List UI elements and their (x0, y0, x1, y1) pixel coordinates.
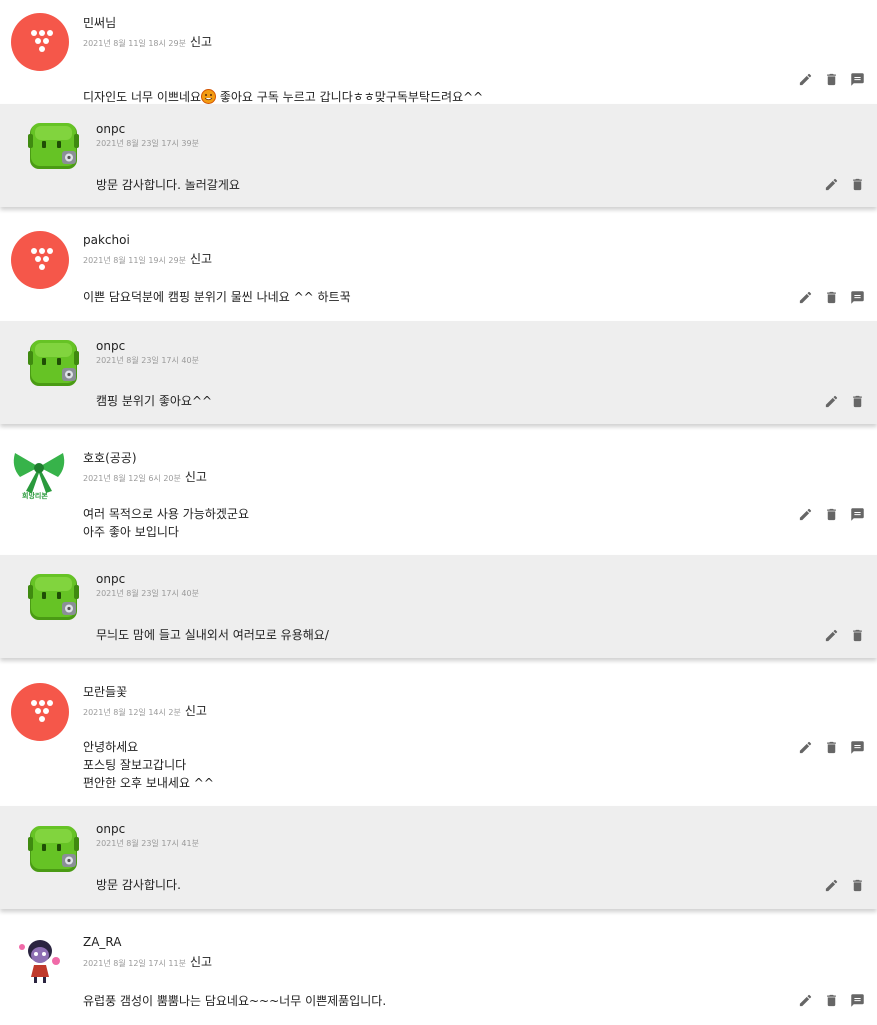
pencil-icon[interactable] (798, 72, 813, 87)
comment-text: 유럽풍 갬성이 뿜뿜나는 담요네요~~~너무 이쁜제품입니다. (83, 994, 387, 1008)
reply-text: 방문 감사합니다. (96, 878, 181, 892)
comment-thread: pakchoi 2021년 8월 11일 19시 29분 신고 이쁜 담요덕분에 … (0, 217, 877, 434)
comment-text: 이쁜 담요덕분에 캠핑 분위기 물씬 나네요 ^^ 하트꾹 (83, 290, 351, 304)
avatar[interactable] (26, 821, 81, 876)
reply-icon[interactable] (850, 290, 865, 305)
comment-text: 안녕하세요 포스팅 잘보고갑니다 편안한 오후 보내세요 ^^ (83, 740, 214, 790)
pencil-icon[interactable] (824, 394, 839, 409)
comment-actions (798, 993, 865, 1008)
comment-thread: 민써님 2021년 8월 11일 18시 29분 신고 디자인도 너무 이쁘네요 … (0, 0, 877, 217)
comment-actions (798, 72, 865, 87)
comment-actions (798, 507, 865, 522)
reply-icon[interactable] (850, 72, 865, 87)
comment-author[interactable]: ZA_RA (83, 935, 122, 949)
comment-date: 2021년 8월 11일 18시 29분 신고 (83, 33, 212, 50)
reply-text: 무늬도 맘에 들고 실내외서 여러모로 유용해요/ (96, 628, 329, 642)
trash-icon[interactable] (850, 177, 865, 192)
comment-date-text: 2021년 8월 12일 17시 11분 (83, 959, 186, 968)
pencil-icon[interactable] (798, 993, 813, 1008)
comment-date-text: 2021년 8월 11일 18시 29분 (83, 39, 186, 48)
reply-actions (824, 177, 865, 192)
reply-icon[interactable] (850, 507, 865, 522)
trash-icon[interactable] (824, 290, 839, 305)
avatar[interactable] (26, 569, 81, 624)
comment-actions (798, 290, 865, 305)
reply-actions (824, 394, 865, 409)
reply-author[interactable]: onpc (96, 572, 125, 586)
comment-author[interactable]: 민써님 (83, 14, 116, 31)
reply-icon[interactable] (850, 740, 865, 755)
comment-date-text: 2021년 8월 11일 19시 29분 (83, 256, 186, 265)
comment-text-part: 디자인도 너무 이쁘네요 (83, 90, 202, 104)
report-link[interactable]: 신고 (190, 955, 212, 969)
pencil-icon[interactable] (824, 177, 839, 192)
report-link[interactable]: 신고 (190, 35, 212, 49)
pencil-icon[interactable] (798, 740, 813, 755)
comment: pakchoi 2021년 8월 11일 19시 29분 신고 이쁜 담요덕분에 … (0, 217, 877, 321)
pencil-icon[interactable] (798, 290, 813, 305)
avatar[interactable] (26, 335, 81, 390)
comment-thread: ZA_RA 2021년 8월 12일 17시 11분 신고 유럽풍 갬성이 뿜뿜나… (0, 919, 877, 1025)
reply-author[interactable]: onpc (96, 122, 125, 136)
comment-text: 여러 목적으로 사용 가능하겠군요 아주 좋아 보입니다 (83, 507, 250, 539)
avatar[interactable] (16, 933, 66, 985)
comment: ZA_RA 2021년 8월 12일 17시 11분 신고 유럽풍 갬성이 뿜뿜나… (0, 919, 877, 1025)
reply: onpc 2021년 8월 23일 17시 41분 방문 감사합니다. (0, 806, 877, 909)
comment-date-text: 2021년 8월 12일 14시 2분 (83, 708, 181, 717)
comment: 모란들꽃 2021년 8월 12일 14시 2분 신고 안녕하세요 포스팅 잘보고… (0, 668, 877, 806)
reply-text: 방문 감사합니다. 놀러갈게요 (96, 178, 240, 192)
comment-author[interactable]: 호호(공공) (83, 449, 137, 466)
avatar[interactable]: 희망리본 (10, 447, 68, 505)
reply-date: 2021년 8월 23일 17시 40분 (96, 356, 199, 365)
comment-thread: 모란들꽃 2021년 8월 12일 14시 2분 신고 안녕하세요 포스팅 잘보고… (0, 668, 877, 919)
reply: onpc 2021년 8월 23일 17시 40분 캠핑 분위기 좋아요^^ (0, 321, 877, 424)
comment-date-text: 2021년 8월 12일 6시 20분 (83, 474, 181, 483)
comment: 민써님 2021년 8월 11일 18시 29분 신고 디자인도 너무 이쁘네요 … (0, 0, 877, 104)
reply-actions (824, 628, 865, 643)
trash-icon[interactable] (824, 740, 839, 755)
avatar[interactable] (11, 231, 69, 289)
reply: onpc 2021년 8월 23일 17시 39분 방문 감사합니다. 놀러갈게… (0, 104, 877, 207)
reply: onpc 2021년 8월 23일 17시 40분 무늬도 맘에 들고 실내외서… (0, 555, 877, 658)
report-link[interactable]: 신고 (185, 470, 207, 484)
character-avatar-icon (19, 940, 60, 983)
comment-actions (798, 740, 865, 755)
trash-icon[interactable] (824, 993, 839, 1008)
avatar-caption: 희망리본 (22, 492, 48, 500)
comment-author[interactable]: 모란들꽃 (83, 683, 127, 700)
report-link[interactable]: 신고 (185, 704, 207, 718)
avatar[interactable] (11, 13, 69, 71)
comment-thread: 희망리본 호호(공공) 2021년 8월 12일 6시 20분 신고 여러 목적으… (0, 434, 877, 668)
comment-date: 2021년 8월 12일 14시 2분 신고 (83, 702, 207, 719)
trash-icon[interactable] (850, 628, 865, 643)
trash-icon[interactable] (824, 72, 839, 87)
comment-date: 2021년 8월 12일 6시 20분 신고 (83, 468, 207, 485)
reply-date: 2021년 8월 23일 17시 41분 (96, 839, 199, 848)
comment-text-part: 좋아요 구독 누르고 갑니다ㅎㅎ맞구독부탁드려요^^ (216, 90, 484, 104)
trash-icon[interactable] (850, 394, 865, 409)
reply-author[interactable]: onpc (96, 822, 125, 836)
trash-icon[interactable] (824, 507, 839, 522)
reply-actions (824, 878, 865, 893)
reply-date: 2021년 8월 23일 17시 39분 (96, 139, 199, 148)
comment: 희망리본 호호(공공) 2021년 8월 12일 6시 20분 신고 여러 목적으… (0, 434, 877, 555)
avatar[interactable] (11, 683, 69, 741)
pencil-icon[interactable] (824, 878, 839, 893)
pencil-icon[interactable] (824, 628, 839, 643)
trash-icon[interactable] (850, 878, 865, 893)
comment-author[interactable]: pakchoi (83, 233, 130, 247)
reply-icon[interactable] (850, 993, 865, 1008)
comment-date: 2021년 8월 11일 19시 29분 신고 (83, 250, 212, 267)
comment-date: 2021년 8월 12일 17시 11분 신고 (83, 953, 212, 970)
pencil-icon[interactable] (798, 507, 813, 522)
reply-date: 2021년 8월 23일 17시 40분 (96, 589, 199, 598)
avatar[interactable] (26, 118, 81, 173)
reply-author[interactable]: onpc (96, 339, 125, 353)
report-link[interactable]: 신고 (190, 252, 212, 266)
reply-text: 캠핑 분위기 좋아요^^ (96, 394, 213, 408)
